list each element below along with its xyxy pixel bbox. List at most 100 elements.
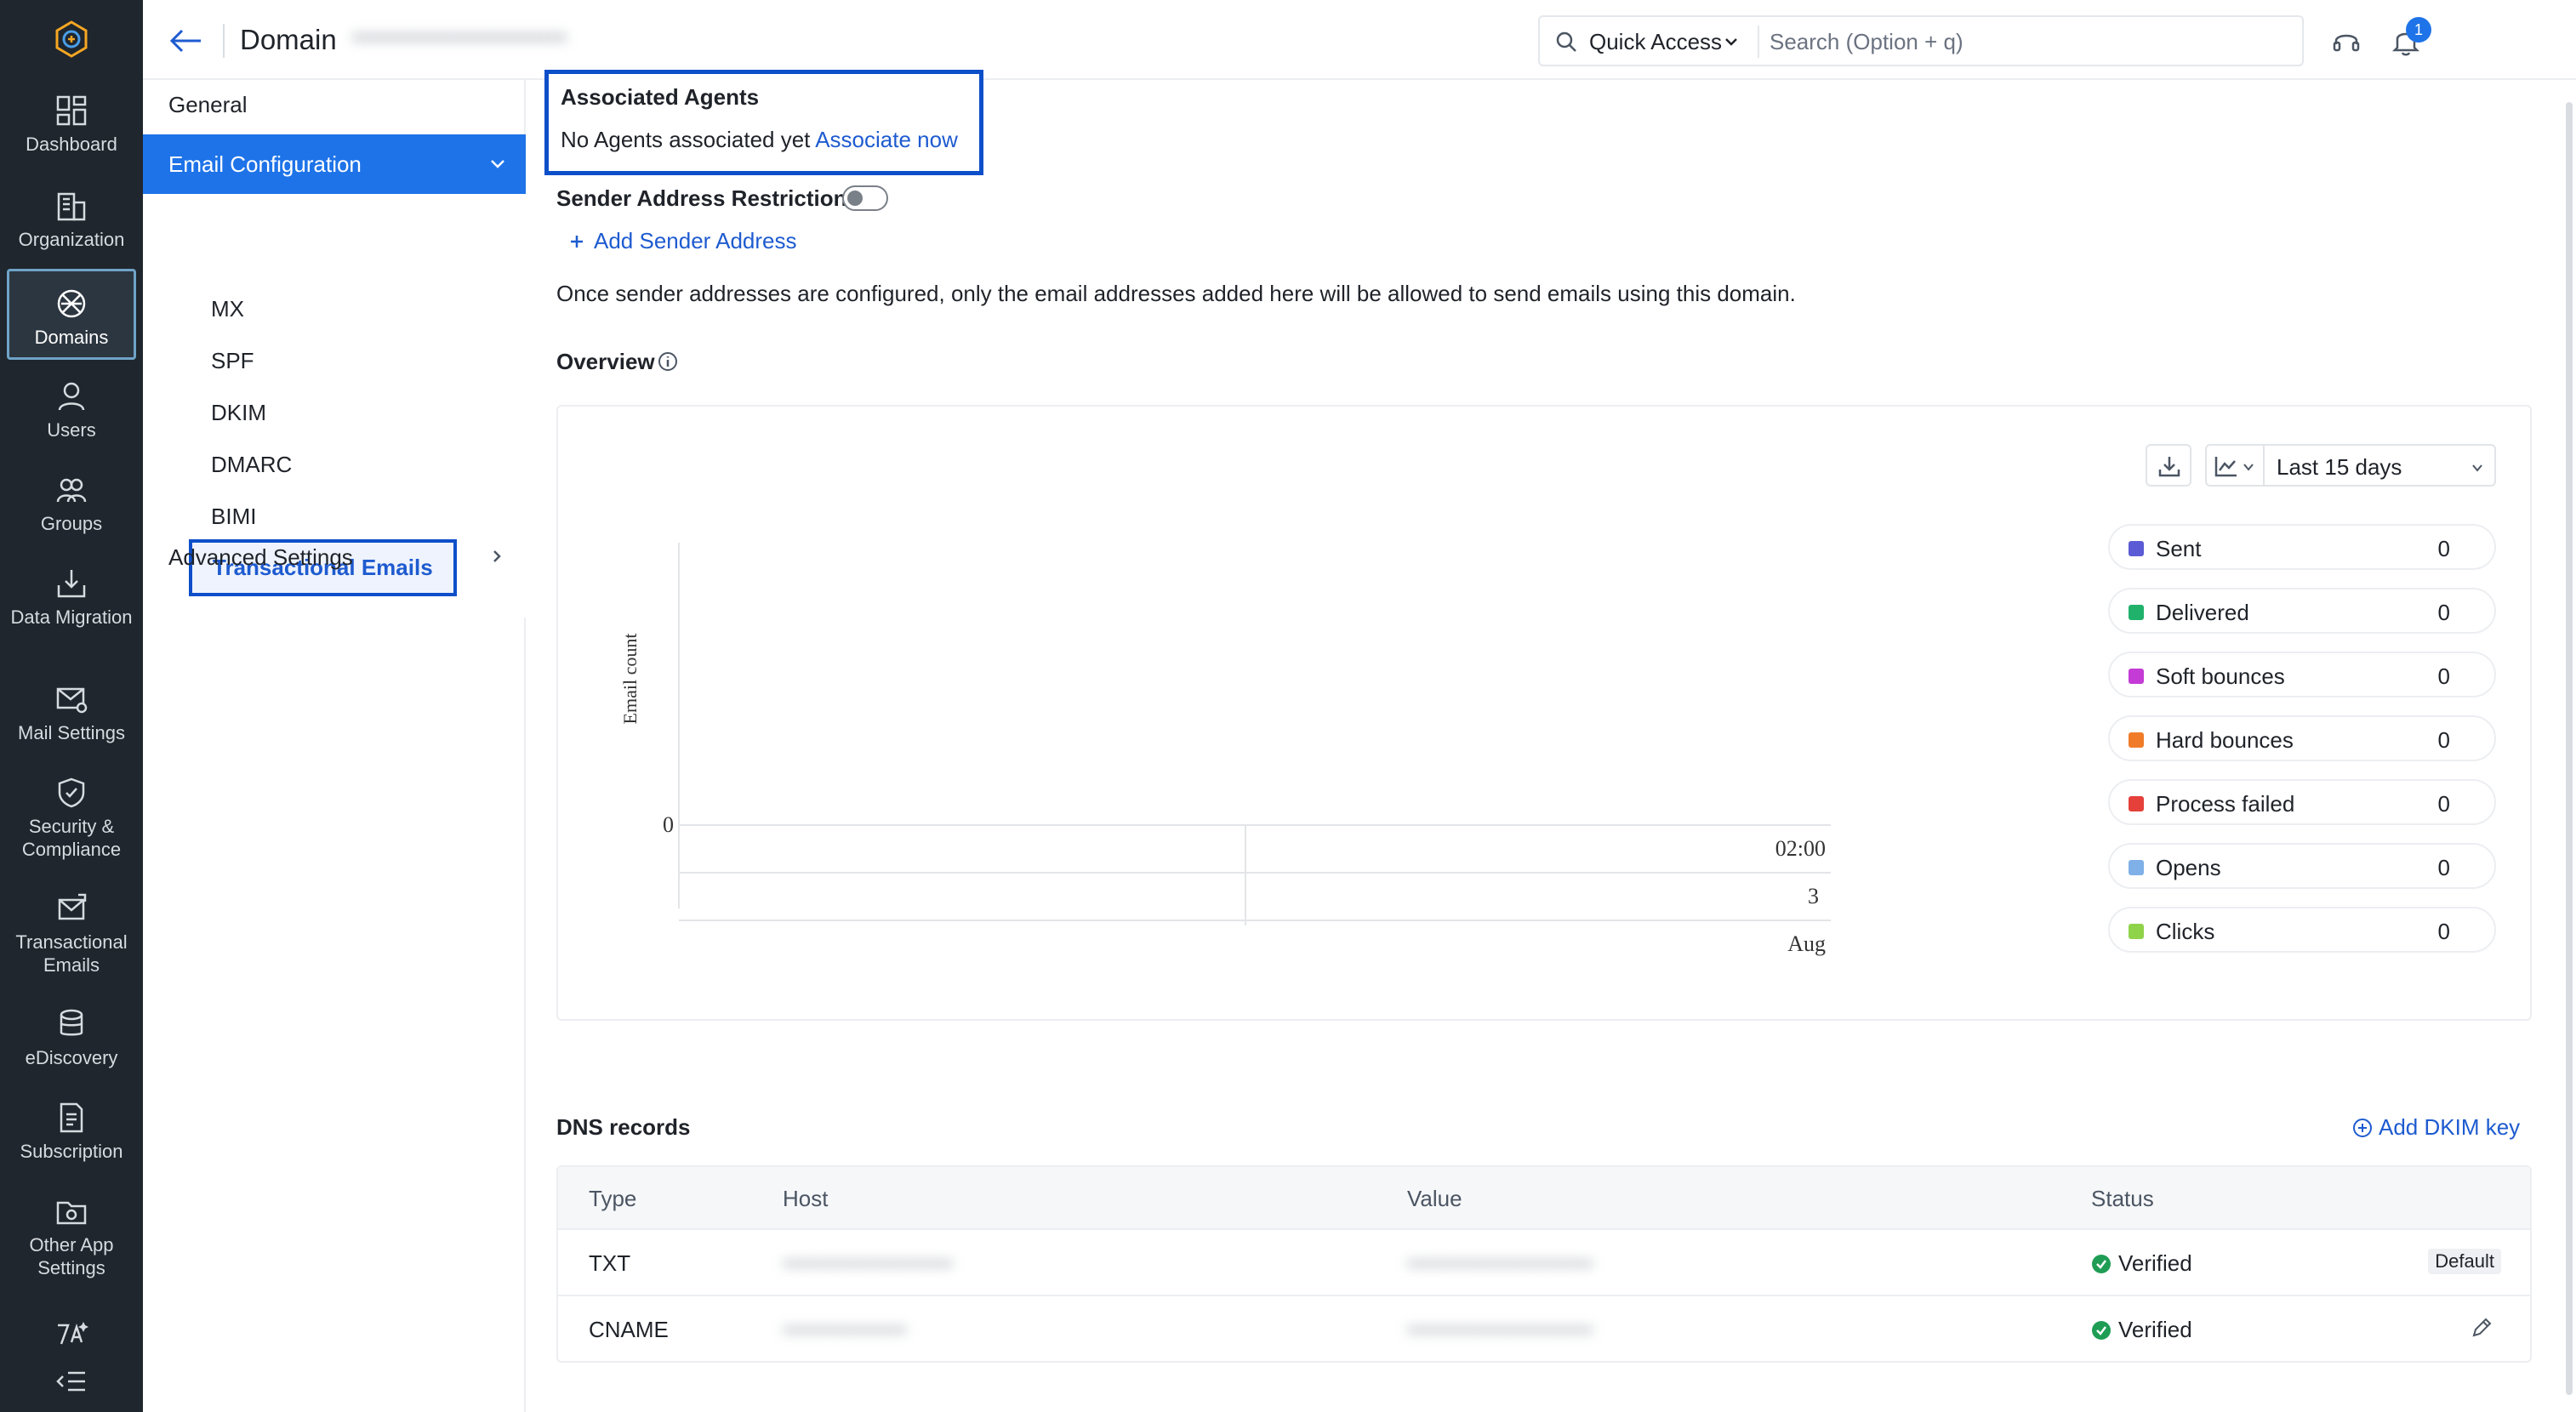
legend-item[interactable]: Sent 0 — [2108, 524, 2496, 570]
submenu-item-mx[interactable]: MX — [211, 296, 244, 322]
legend-swatch — [2129, 924, 2144, 939]
security-icon — [58, 777, 85, 808]
organization-icon — [57, 192, 86, 221]
sender-info-text: Once sender addresses are configured, on… — [556, 281, 1796, 306]
info-icon[interactable] — [657, 350, 679, 373]
add-sender-address-label: Add Sender Address — [594, 228, 797, 253]
rail-item-transactional-emails[interactable]: Transactional Emails — [7, 891, 136, 976]
legend-item[interactable]: Clicks 0 — [2108, 907, 2496, 953]
main-scrollbar[interactable] — [2566, 102, 2573, 1395]
column-type: Type — [589, 1186, 637, 1211]
no-agents-text: No Agents associated yet — [561, 127, 811, 152]
collapse-menu-icon[interactable] — [51, 1364, 92, 1398]
rail-item-ediscovery[interactable]: eDiscovery — [7, 1007, 136, 1069]
legend-value: 0 — [2437, 791, 2450, 817]
submenu-item-dkim[interactable]: DKIM — [211, 400, 266, 426]
legend-swatch — [2129, 669, 2144, 684]
notification-count-badge: 1 — [2406, 17, 2431, 43]
rail-item-domains[interactable]: Domains — [7, 269, 136, 360]
add-sender-address-button[interactable]: Add Sender Address — [568, 228, 797, 254]
rail-label-users: Users — [47, 419, 96, 441]
legend-swatch — [2129, 605, 2144, 620]
row-status: Verified — [2091, 1250, 2192, 1277]
sender-restriction-toggle[interactable] — [842, 185, 888, 211]
row-status: Verified — [2091, 1317, 2192, 1343]
search-input[interactable] — [1770, 26, 2280, 58]
ai-assist-icon[interactable] — [51, 1317, 92, 1351]
column-status: Status — [2091, 1186, 2154, 1211]
add-dkim-key-button[interactable]: Add DKIM key — [2351, 1114, 2520, 1141]
menu-email-configuration[interactable]: Email Configuration — [143, 134, 526, 194]
chart-x-tick-month: Aug — [1787, 931, 1826, 956]
rail-item-other-app-settings[interactable]: Other App Settings — [7, 1194, 136, 1279]
rail-label-ediscovery: eDiscovery — [25, 1047, 118, 1068]
chevron-down-icon — [2472, 464, 2482, 472]
rail-item-subscription[interactable]: Subscription — [7, 1101, 136, 1163]
app-logo[interactable] — [51, 19, 92, 60]
back-arrow-icon[interactable] — [167, 22, 204, 60]
legend-value: 0 — [2437, 536, 2450, 561]
top-bar: Domain •••••••••••••••••••••••• Quick Ac… — [143, 0, 2576, 80]
chart-x-tick-time: 02:00 — [1775, 836, 1826, 861]
dashboard-icon — [56, 95, 87, 126]
table-row: TXT •••••••••••••••••••••• •••••••••••••… — [558, 1228, 2530, 1295]
domains-icon — [57, 289, 86, 318]
rail-item-mail-settings[interactable]: Mail Settings — [7, 682, 136, 744]
chart-type-button[interactable] — [2205, 444, 2265, 487]
legend-label: Clicks — [2156, 919, 2215, 944]
legend-item[interactable]: Process failed 0 — [2108, 779, 2496, 825]
row-host[interactable]: •••••••••••••••• — [783, 1317, 907, 1343]
menu-general[interactable]: General — [168, 92, 248, 118]
row-host[interactable]: •••••••••••••••••••••• — [783, 1250, 953, 1277]
associated-agents-box: Associated Agents No Agents associated y… — [544, 70, 983, 175]
submenu-item-spf[interactable]: SPF — [211, 348, 254, 374]
legend-swatch — [2129, 541, 2144, 556]
other-app-settings-icon — [56, 1201, 87, 1225]
email-count-chart: Email count 0 02:00 3 Aug — [619, 543, 1831, 956]
rail-item-users[interactable]: Users — [7, 379, 136, 441]
verified-check-icon — [2092, 1321, 2111, 1340]
table-row: CNAME •••••••••••••••• •••••••••••••••••… — [558, 1295, 2530, 1361]
legend-value: 0 — [2437, 600, 2450, 625]
legend-label: Process failed — [2156, 791, 2295, 817]
ediscovery-icon — [60, 1009, 83, 1036]
chevron-down-icon[interactable] — [1724, 34, 1739, 49]
legend-item[interactable]: Soft bounces 0 — [2108, 652, 2496, 697]
legend-item[interactable]: Opens 0 — [2108, 843, 2496, 889]
overview-card: Last 15 days Email count 0 02:00 3 Aug S… — [556, 405, 2532, 1021]
submenu-item-dmarc[interactable]: DMARC — [211, 452, 292, 478]
rail-item-security[interactable]: Security & Compliance — [7, 776, 136, 861]
edit-pencil-icon[interactable] — [2471, 1317, 2493, 1339]
legend-value: 0 — [2437, 855, 2450, 880]
date-range-select[interactable]: Last 15 days — [2263, 444, 2496, 487]
rail-item-groups[interactable]: Groups — [7, 473, 136, 535]
transactional-emails-icon — [58, 893, 87, 920]
associate-now-link[interactable]: Associate now — [815, 127, 958, 152]
rail-item-dashboard[interactable]: Dashboard — [7, 94, 136, 156]
menu-advanced-settings[interactable]: Advanced Settings — [168, 544, 353, 571]
legend-swatch — [2129, 860, 2144, 875]
legend-item[interactable]: Hard bounces 0 — [2108, 715, 2496, 761]
row-type: CNAME — [589, 1317, 669, 1342]
row-value[interactable]: •••••••••••••••••••••••• — [1407, 1250, 1593, 1277]
mail-settings-icon — [56, 687, 88, 714]
row-status-text: Verified — [2118, 1317, 2192, 1342]
legend-swatch — [2129, 732, 2144, 748]
rail-label-subscription: Subscription — [20, 1141, 123, 1162]
rail-label-mail-settings: Mail Settings — [18, 722, 125, 743]
support-headset-icon[interactable] — [2329, 24, 2363, 58]
legend-value: 0 — [2437, 727, 2450, 753]
submenu-item-bimi[interactable]: BIMI — [211, 504, 256, 530]
rail-item-organization[interactable]: Organization — [7, 189, 136, 251]
download-button[interactable] — [2146, 444, 2191, 487]
quick-access-dropdown[interactable]: Quick Access — [1589, 29, 1722, 55]
add-circle-icon — [2353, 1119, 2372, 1137]
row-value[interactable]: •••••••••••••••••••••••• — [1407, 1317, 1593, 1343]
legend-item[interactable]: Delivered 0 — [2108, 588, 2496, 634]
legend-swatch — [2129, 796, 2144, 811]
rail-item-data-migration[interactable]: Data Migration — [7, 567, 136, 629]
rail-label-security: Security & Compliance — [21, 816, 122, 860]
no-agents-message: No Agents associated yet Associate now — [561, 127, 958, 153]
rail-label-other-app-settings: Other App Settings — [29, 1234, 114, 1278]
chevron-right-icon[interactable] — [488, 548, 505, 565]
